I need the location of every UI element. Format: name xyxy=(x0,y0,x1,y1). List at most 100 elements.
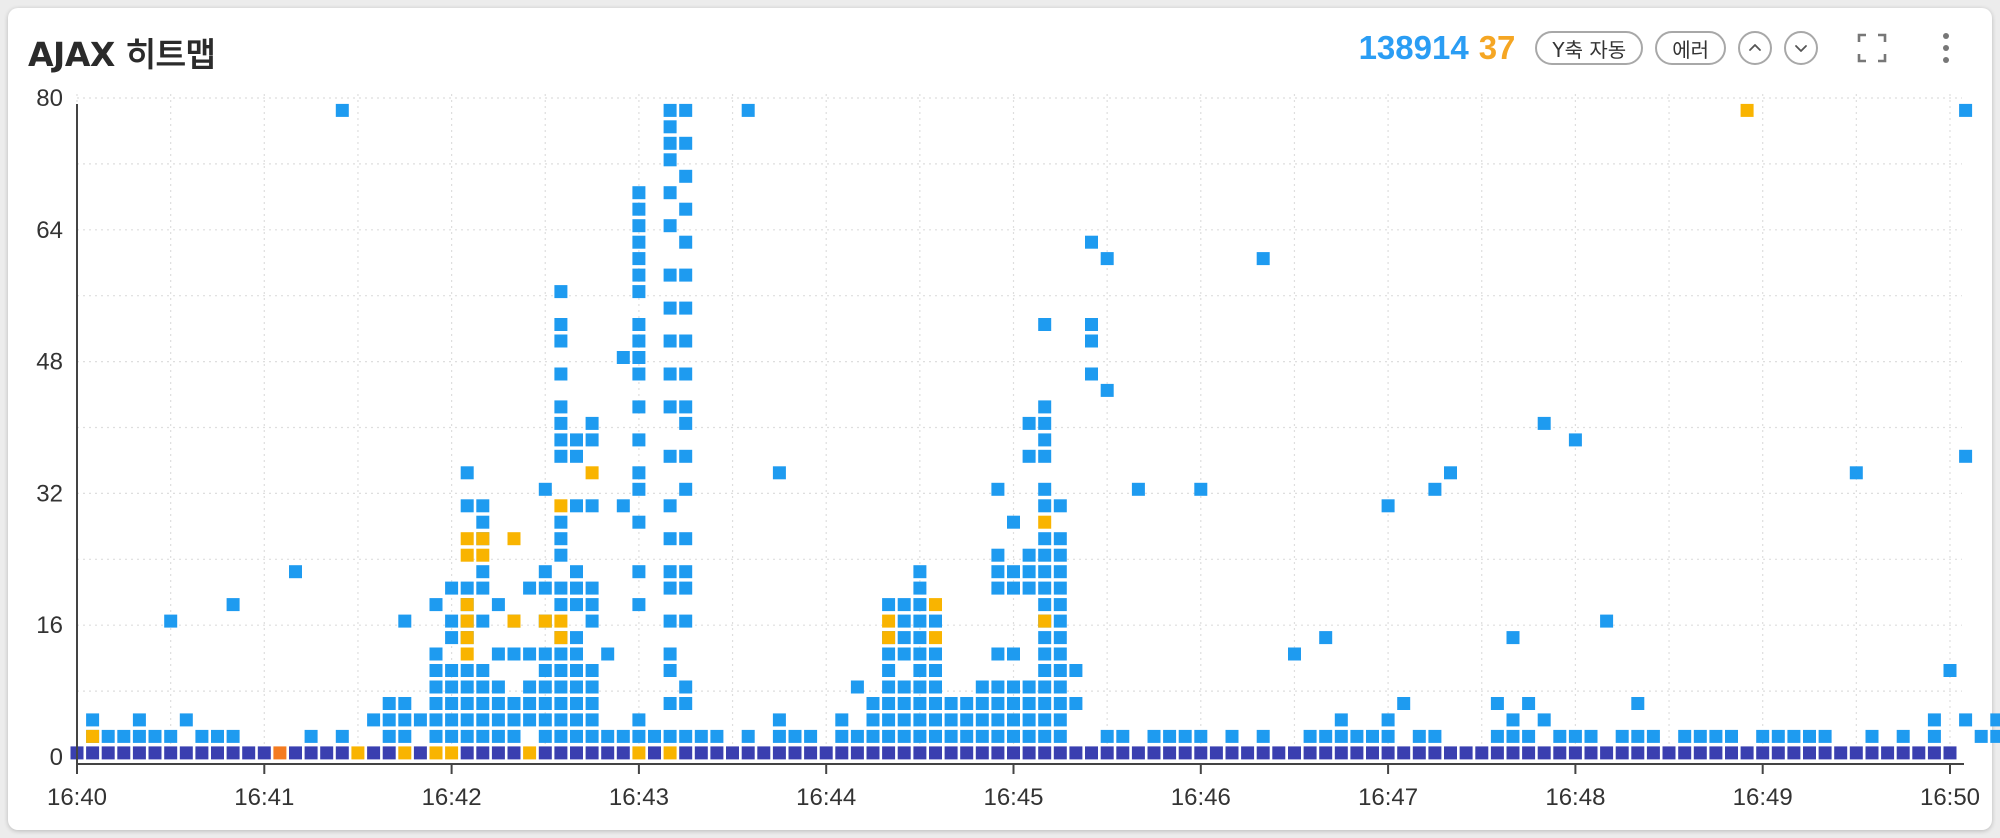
heatmap-cell-normal-low xyxy=(1818,746,1832,760)
heatmap-cell-normal xyxy=(741,729,755,743)
heatmap-cell-normal-low xyxy=(616,746,630,760)
heatmap-cell-normal xyxy=(663,334,677,348)
heatmap-cell-normal xyxy=(1522,729,1536,743)
heatmap-cell-normal xyxy=(570,598,583,612)
y-tick-label: 48 xyxy=(36,349,63,376)
heatmap-cell-normal-low xyxy=(1943,746,1957,760)
heatmap-cell-normal xyxy=(679,334,693,348)
heatmap-cell-normal xyxy=(913,647,927,661)
heatmap-cell-normal xyxy=(570,631,583,645)
heatmap-cell-normal xyxy=(663,103,677,117)
heatmap-cell-normal xyxy=(632,252,646,266)
heatmap-cell-error xyxy=(663,746,677,760)
heatmap-cell-normal-low xyxy=(1646,746,1660,760)
heatmap-cell-normal-low xyxy=(1194,746,1208,760)
heatmap-cell-normal xyxy=(1038,499,1052,513)
heatmap-cell-normal xyxy=(1038,713,1052,727)
heatmap-cell-normal xyxy=(1053,713,1067,727)
heatmap-cell-error xyxy=(460,631,474,645)
heatmap-cell-normal xyxy=(632,334,646,348)
heatmap-cell-normal xyxy=(991,729,1005,743)
heatmap-cell-normal xyxy=(554,581,568,595)
heatmap-cell-normal xyxy=(445,697,459,710)
heatmap-cell-normal xyxy=(460,697,474,710)
heatmap-cell-normal xyxy=(663,153,677,167)
heatmap-cell-normal xyxy=(944,713,958,727)
heatmap-cell-normal xyxy=(679,729,693,743)
heatmap-cell-normal xyxy=(663,136,677,150)
heatmap-cell-normal-low xyxy=(1022,746,1036,760)
heatmap-cell-normal xyxy=(523,697,537,710)
heatmap-cell-normal xyxy=(476,565,490,579)
heatmap-cell-error xyxy=(460,598,474,612)
heatmap-cell-error xyxy=(507,532,521,546)
heatmap-cell-normal xyxy=(1615,729,1629,743)
heatmap-cell-normal xyxy=(1038,581,1052,595)
heatmap-cell-normal xyxy=(663,219,677,233)
heatmap-cell-normal xyxy=(570,433,583,447)
heatmap-cell-normal xyxy=(460,499,474,513)
heatmap-cell-error xyxy=(882,631,896,645)
heatmap-cell-normal xyxy=(741,103,755,117)
heatmap-cell-normal xyxy=(554,433,568,447)
heatmap-cell-normal xyxy=(1116,729,1130,743)
heatmap-cell-normal xyxy=(476,499,490,513)
heatmap-cell-normal-low xyxy=(1459,746,1473,760)
heatmap-cell-normal xyxy=(616,499,630,513)
heatmap-cell-normal xyxy=(632,598,646,612)
heatmap-cell-error xyxy=(351,746,365,760)
heatmap-cell-normal xyxy=(1927,713,1941,727)
heatmap-cell-normal xyxy=(554,680,568,694)
heatmap-cell-normal xyxy=(1007,729,1020,743)
heatmap-cell-normal xyxy=(1038,647,1052,661)
heatmap-cell-normal xyxy=(1007,647,1020,661)
heatmap-cell-normal-low xyxy=(1288,746,1301,760)
heatmap-cell-normal xyxy=(788,729,802,743)
heatmap-cell-normal xyxy=(850,729,864,743)
heatmap-cell-normal xyxy=(1693,729,1707,743)
heatmap-cell-normal xyxy=(1194,729,1208,743)
heatmap-cell-error xyxy=(882,614,896,628)
heatmap-cell-normal xyxy=(413,713,427,727)
heatmap-cell-normal xyxy=(991,680,1005,694)
heatmap-cell-normal xyxy=(1896,729,1910,743)
heatmap-cell-normal xyxy=(491,598,505,612)
heatmap-cell-normal-low xyxy=(1475,746,1489,760)
heatmap-cell-error xyxy=(398,746,412,760)
heatmap-cell-normal xyxy=(148,729,162,743)
heatmap-cell-normal xyxy=(913,697,927,710)
x-tick-label: 16:46 xyxy=(1171,784,1231,811)
heatmap-cell-normal xyxy=(1147,729,1161,743)
heatmap-cell-normal xyxy=(1303,729,1317,743)
heatmap-cell-normal-low xyxy=(1100,746,1114,760)
heatmap-cell-normal xyxy=(164,614,178,628)
heatmap-cell-normal xyxy=(460,729,474,743)
heatmap-cell-normal-low xyxy=(1131,746,1145,760)
heatmap-cell-normal xyxy=(523,680,537,694)
heatmap-cell-normal xyxy=(991,548,1005,562)
y-tick-label: 80 xyxy=(36,85,63,112)
heatmap-cell-normal xyxy=(1428,482,1442,496)
heatmap-cell-normal-low xyxy=(1678,746,1692,760)
heatmap-cell-normal xyxy=(538,647,552,661)
heatmap-cell-normal xyxy=(1053,631,1067,645)
heatmap-cell-normal xyxy=(1038,729,1052,743)
heatmap-cell-normal-low xyxy=(1849,746,1863,760)
heatmap-cell-normal xyxy=(1022,713,1036,727)
heatmap-cell-normal xyxy=(632,351,646,364)
heatmap-cell-normal xyxy=(1100,729,1114,743)
heatmap-cell-normal xyxy=(1256,729,1270,743)
heatmap-cell-normal-low xyxy=(819,746,833,760)
heatmap-cell-normal-low xyxy=(1444,746,1457,760)
heatmap-cell-normal xyxy=(476,581,490,595)
y-tick-label: 16 xyxy=(36,612,63,639)
heatmap-cell-normal xyxy=(179,713,193,727)
heatmap-cell-normal xyxy=(538,482,552,496)
heatmap-cell-normal xyxy=(663,400,677,414)
heatmap-cell-normal xyxy=(570,713,583,727)
heatmap-cell-normal xyxy=(663,301,677,315)
heatmap-cell-normal xyxy=(429,647,443,661)
heatmap-cell-normal-low xyxy=(1163,746,1177,760)
heatmap-cell-normal-low xyxy=(554,746,568,760)
heatmap-cell-normal xyxy=(632,466,646,480)
